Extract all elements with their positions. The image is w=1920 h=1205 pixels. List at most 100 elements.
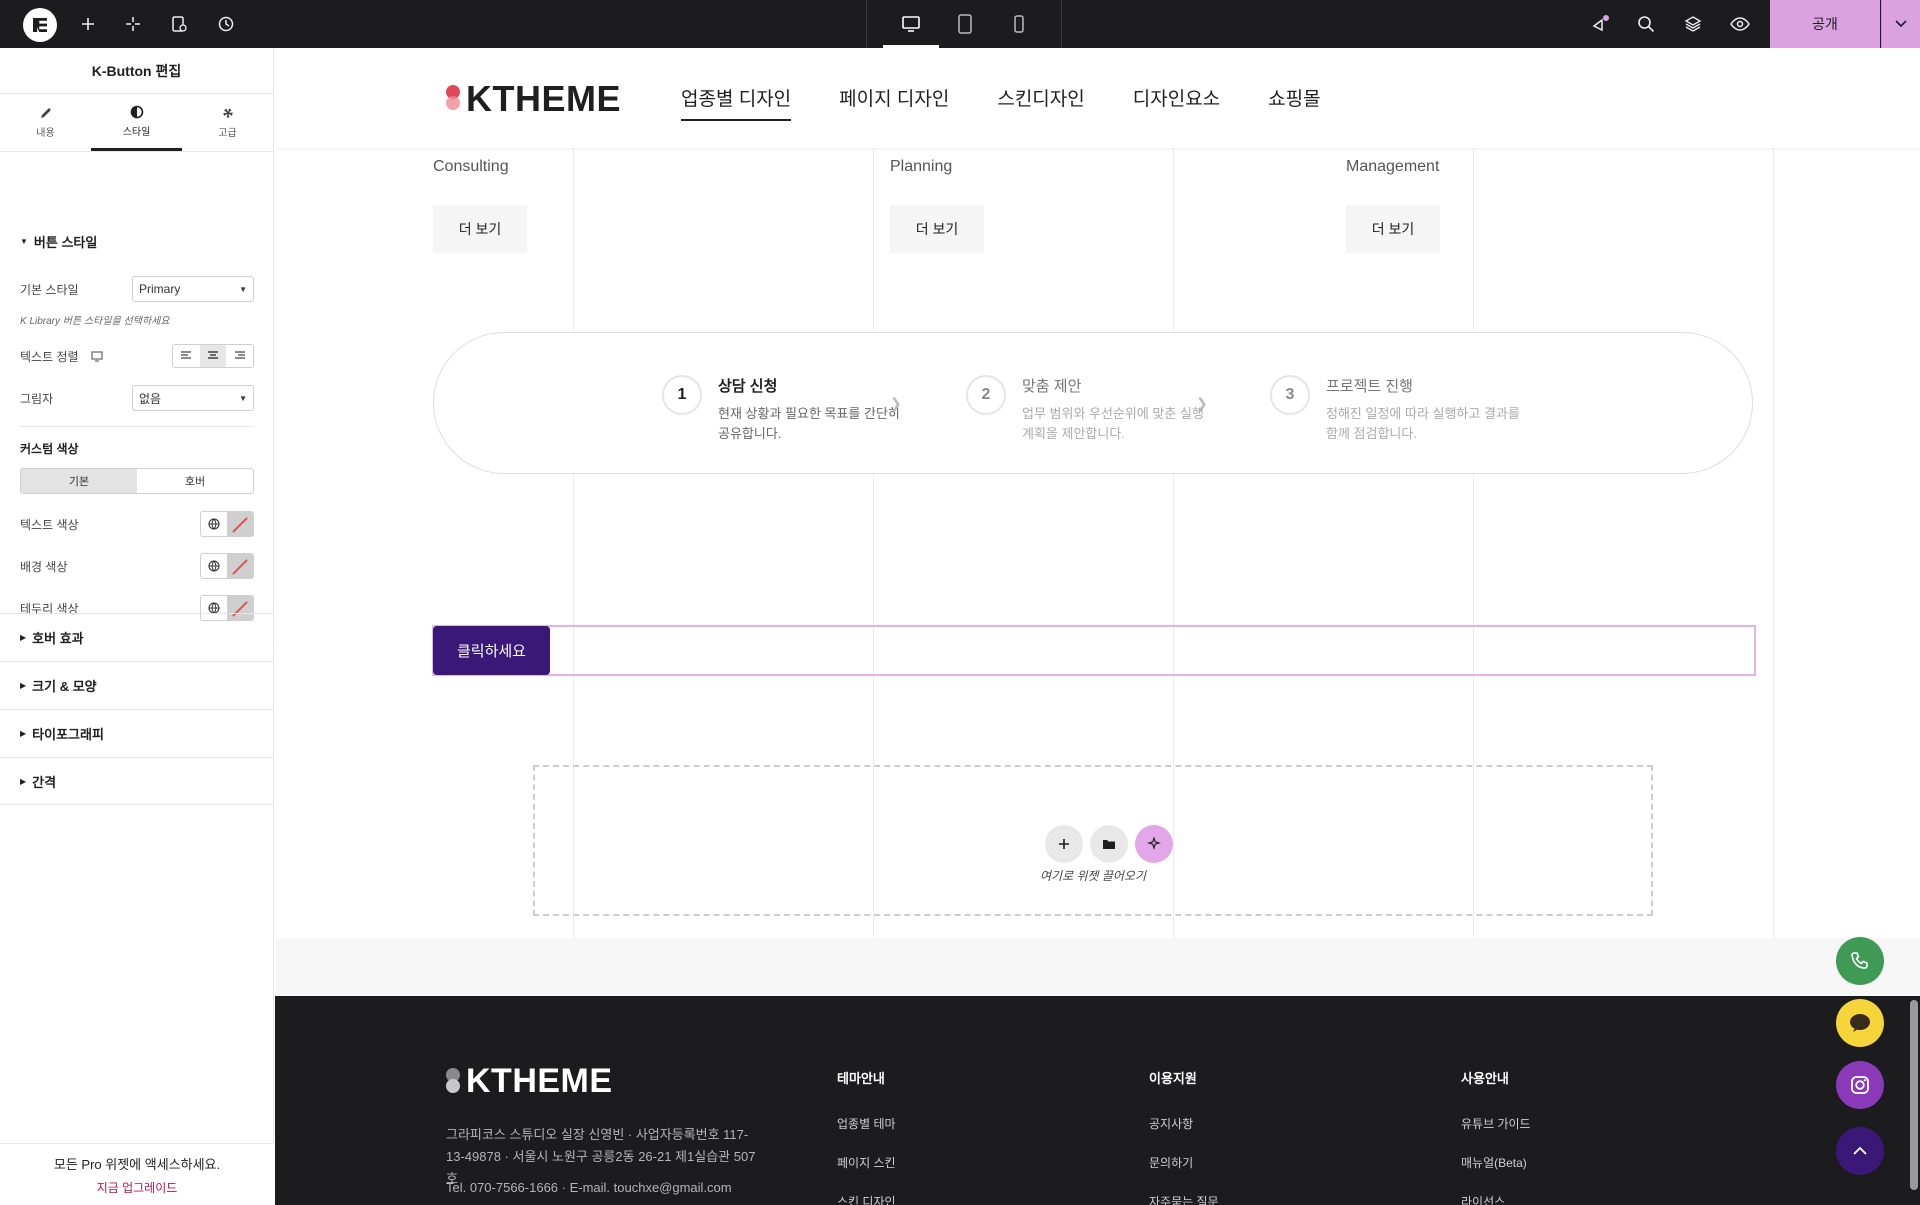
page-canvas: KTHEME 업종별 디자인 페이지 디자인 스킨디자인 디자인요소 쇼핑몰 C… <box>275 48 1920 1205</box>
section-spacing-label: 간격 <box>32 774 57 790</box>
footer-link[interactable]: 페이지 스킨 <box>837 1154 896 1171</box>
add-section-icon[interactable] <box>1045 825 1083 863</box>
footer-link[interactable]: 스킨 디자인 <box>837 1193 896 1205</box>
phone-icon <box>1851 952 1868 969</box>
step-desc: 정해진 일정에 따라 실행하고 결과를 함께 점검합니다. <box>1326 406 1520 441</box>
gear-icon <box>222 108 233 118</box>
contrast-icon <box>130 105 143 118</box>
footer-column: 이용지원 공지사항 문의하기 자주묻는 질문 <box>1149 1068 1219 1205</box>
tab-style[interactable]: 스타일 <box>91 94 182 151</box>
footer-link[interactable]: 유튜브 가이드 <box>1461 1115 1531 1132</box>
structure-icon[interactable] <box>1681 12 1705 36</box>
section-hover-effect[interactable]: ▶ 호버 효과 <box>0 613 274 661</box>
scrollbar[interactable] <box>1910 1000 1918 1190</box>
history-icon[interactable] <box>214 12 238 36</box>
chevron-up-icon <box>1853 1146 1867 1155</box>
section-typography[interactable]: ▶ 타이포그래피 <box>0 709 274 757</box>
more-button[interactable]: 더 보기 <box>1346 205 1440 253</box>
footer-link[interactable]: 매뉴얼(Beta) <box>1461 1154 1531 1171</box>
step-item: 2 맞춤 제안 업무 범위와 우선순위에 맞춘 실행 계획을 제안합니다. <box>966 375 1216 444</box>
shadow-select[interactable]: 없음 ▼ <box>132 385 254 411</box>
instagram-button[interactable] <box>1836 1061 1884 1109</box>
elementor-logo-icon[interactable] <box>23 8 57 42</box>
footer-logo[interactable]: KTHEME <box>446 1062 613 1101</box>
ai-sparkle-icon[interactable] <box>1135 825 1173 863</box>
nav-item-skin-design[interactable]: 스킨디자인 <box>997 84 1084 121</box>
desktop-icon[interactable] <box>90 351 103 362</box>
globe-icon[interactable] <box>201 512 227 536</box>
tab-style-label: 스타일 <box>122 126 151 138</box>
align-left-icon[interactable] <box>173 345 200 367</box>
shadow-value: 없음 <box>139 391 162 406</box>
page-settings-icon[interactable] <box>167 12 191 36</box>
editor-top-bar: 공개 <box>0 0 1920 48</box>
more-button[interactable]: 더 보기 <box>890 205 984 253</box>
shadow-label: 그림자 <box>20 392 54 406</box>
tab-advanced[interactable]: 고급 <box>182 94 273 151</box>
phone-button[interactable] <box>1836 937 1884 985</box>
scroll-top-button[interactable] <box>1836 1127 1884 1175</box>
section-spacing[interactable]: ▶ 간격 <box>0 757 274 805</box>
click-button[interactable]: 클릭하세요 <box>433 626 550 675</box>
section-button-style[interactable]: ▼ 버튼 스타일 <box>20 232 97 251</box>
tablet-icon[interactable] <box>953 12 977 36</box>
base-style-select[interactable]: Primary ▼ <box>132 276 254 302</box>
section-size-shape[interactable]: ▶ 크기 & 모양 <box>0 661 274 709</box>
footer-link[interactable]: 업종별 테마 <box>837 1115 896 1132</box>
footer-link[interactable]: 문의하기 <box>1149 1154 1219 1171</box>
nav-item-design-elements[interactable]: 디자인요소 <box>1133 84 1220 121</box>
step-item: 3 프로젝트 진행 정해진 일정에 따라 실행하고 결과를 함께 점검합니다. <box>1270 375 1520 444</box>
align-right-icon[interactable] <box>226 345 253 367</box>
site-nav: 업종별 디자인 페이지 디자인 스킨디자인 디자인요소 쇼핑몰 <box>681 84 1321 121</box>
publish-button[interactable]: 공개 <box>1770 0 1880 48</box>
section-band <box>275 938 1920 996</box>
base-style-hint: K Library 버튼 스타일을 선택하세요 <box>20 316 170 327</box>
step-title: 상담 신청 <box>718 378 778 395</box>
bg-color-swatch[interactable] <box>227 554 253 578</box>
notifications-icon[interactable] <box>1588 12 1612 36</box>
more-button[interactable]: 더 보기 <box>433 205 527 253</box>
panel-title: K-Button 편집 <box>0 48 273 94</box>
nav-item-industry[interactable]: 업종별 디자인 <box>681 84 792 121</box>
color-state-toggle: 기본 호버 <box>20 468 254 494</box>
globe-icon[interactable] <box>201 554 227 578</box>
preview-icon[interactable] <box>1728 12 1752 36</box>
service-consulting: Consulting <box>433 158 509 175</box>
mobile-icon[interactable] <box>1007 12 1031 36</box>
footer-heading: 테마안내 <box>837 1071 885 1086</box>
section-size-shape-label: 크기 & 모양 <box>32 679 97 694</box>
footer-heading: 이용지원 <box>1149 1071 1197 1086</box>
add-icon[interactable] <box>76 12 100 36</box>
chevron-down-icon <box>1895 20 1907 28</box>
panel-tabs: 내용 스타일 고급 <box>0 94 273 152</box>
footer-link[interactable]: 라이선스 <box>1461 1193 1531 1205</box>
template-library-icon[interactable] <box>1090 825 1128 863</box>
text-color-swatch[interactable] <box>227 512 253 536</box>
footer-link[interactable]: 자주묻는 질문 <box>1149 1193 1219 1205</box>
widget-dropzone[interactable]: 여기로 위젯 끌어오기 <box>533 765 1653 916</box>
toggle-hover[interactable]: 호버 <box>137 469 253 493</box>
desktop-icon[interactable] <box>883 12 939 48</box>
chat-button[interactable] <box>1836 999 1884 1047</box>
site-footer: KTHEME 그라피코스 스튜디오 실장 신영빈 · 사업자등록번호 117-1… <box>275 996 1920 1205</box>
upgrade-link[interactable]: 지금 업그레이드 <box>0 1179 274 1196</box>
nav-item-shop[interactable]: 쇼핑몰 <box>1268 84 1320 121</box>
text-align-control <box>172 344 254 368</box>
footer-link[interactable]: 공지사항 <box>1149 1115 1219 1132</box>
selected-widget-outline[interactable] <box>432 625 1756 676</box>
toggle-normal[interactable]: 기본 <box>21 469 137 493</box>
search-icon[interactable] <box>1634 12 1658 36</box>
editor-panel: K-Button 편집 내용 스타일 고급 ▼ 버튼 스타일 기본 스타일 Pr… <box>0 48 274 1205</box>
chevron-right-icon: ❯ <box>890 395 902 411</box>
publish-options-button[interactable] <box>1881 0 1920 48</box>
align-center-icon[interactable] <box>199 345 227 367</box>
instagram-icon <box>1851 1076 1869 1094</box>
nav-item-page-design[interactable]: 페이지 디자인 <box>839 84 949 121</box>
footer-heading: 사용안내 <box>1461 1071 1509 1086</box>
site-settings-icon[interactable] <box>121 12 145 36</box>
tab-content[interactable]: 내용 <box>0 94 91 151</box>
footer-logo-text: KTHEME <box>466 1062 613 1100</box>
site-logo[interactable]: KTHEME <box>446 78 621 120</box>
divider <box>20 426 254 427</box>
footer-contact: Tel. 070-7566-1666 · E-mail. touchxe@gma… <box>446 1180 732 1195</box>
